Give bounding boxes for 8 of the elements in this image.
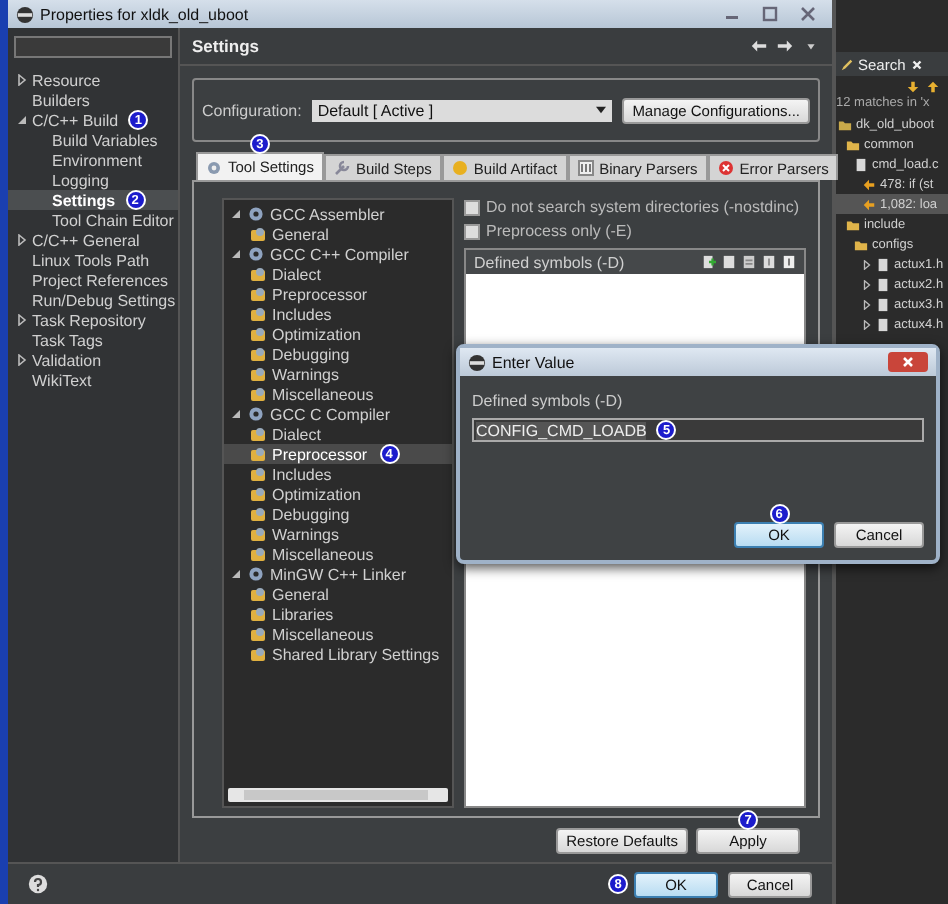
configuration-label: Configuration: <box>202 101 302 119</box>
list-title: Defined symbols (-D) <box>474 253 625 271</box>
page-title: Settings <box>192 36 260 56</box>
option-label: Do not search system directories (-nostdinc) <box>486 198 799 216</box>
field-label: Defined symbols (-D) <box>472 392 625 410</box>
option-label: Preprocess only (-E) <box>486 222 632 240</box>
dialog-title: Enter Value <box>492 353 575 371</box>
window-title: Properties for xldk_old_uboot <box>40 5 249 23</box>
